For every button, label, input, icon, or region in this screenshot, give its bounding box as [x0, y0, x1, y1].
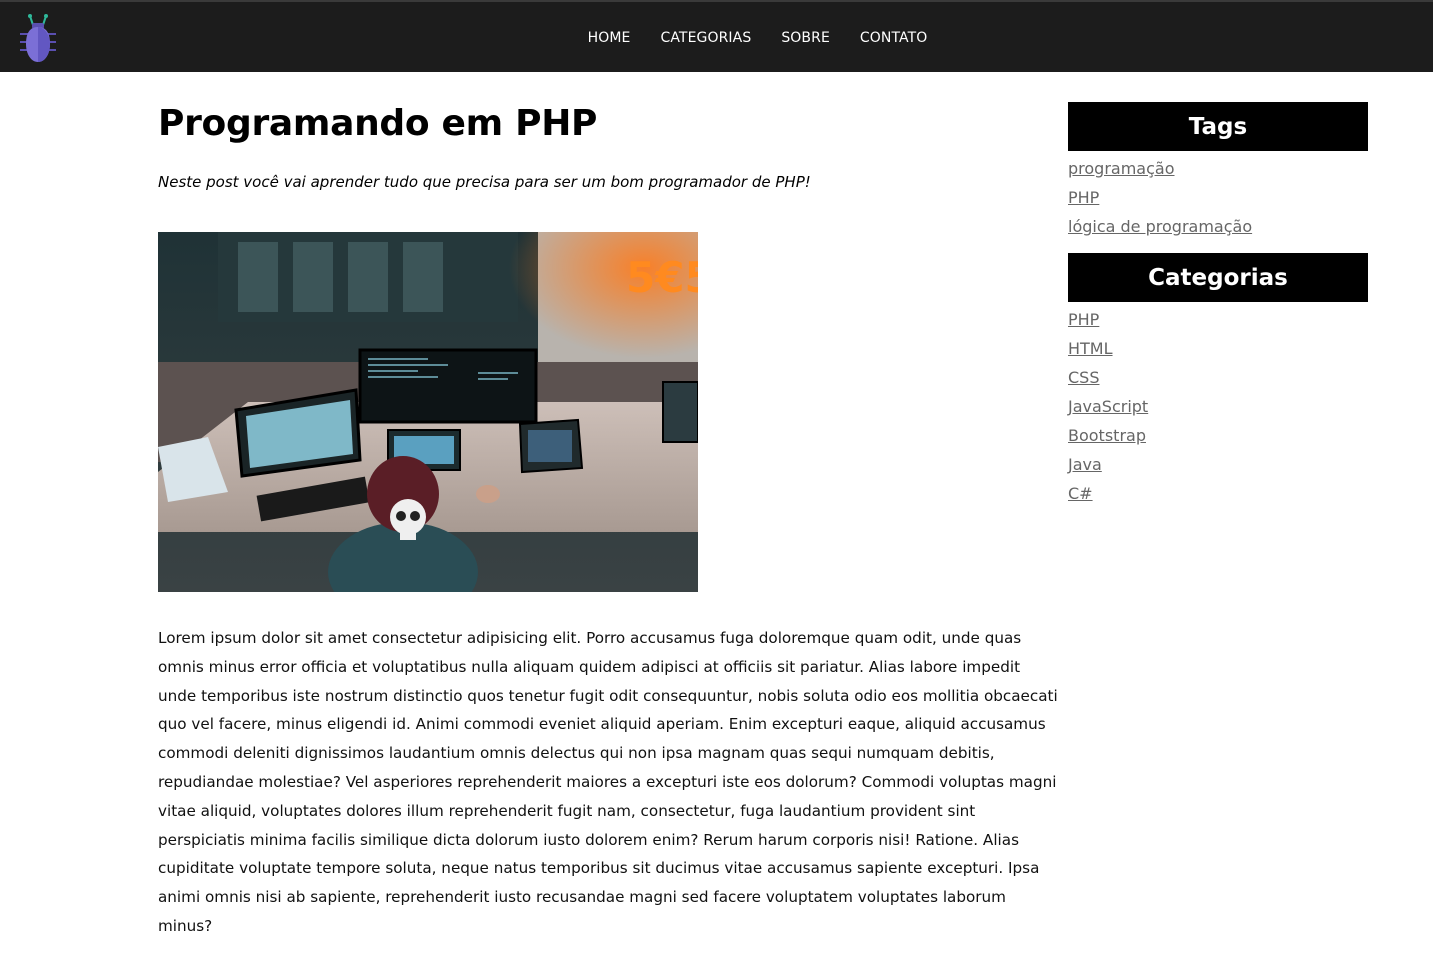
categories-list: PHP HTML CSS JavaScript Bootstrap Java C… [1068, 302, 1368, 520]
list-item: lógica de programação [1068, 216, 1368, 245]
category-link-css[interactable]: CSS [1068, 368, 1099, 387]
list-item: PHP [1068, 187, 1368, 216]
list-item: PHP [1068, 309, 1368, 338]
nav-categorias-link[interactable]: CATEGORIAS [660, 30, 751, 46]
nav-sobre-link[interactable]: SOBRE [781, 30, 830, 46]
list-item: C# [1068, 483, 1368, 512]
list-item: Java [1068, 454, 1368, 483]
list-item: programação [1068, 158, 1368, 187]
tag-link-logica-de-programacao[interactable]: lógica de programação [1068, 217, 1252, 236]
categories-section: Categorias PHP HTML CSS JavaScript Boots… [1068, 253, 1368, 520]
category-link-html[interactable]: HTML [1068, 339, 1113, 358]
tags-list: programação PHP lógica de programação [1068, 151, 1368, 253]
category-link-javascript[interactable]: JavaScript [1068, 397, 1148, 416]
list-item: Bootstrap [1068, 425, 1368, 454]
svg-text:5€5: 5€5 [626, 253, 698, 302]
post-image: 5€5 [158, 232, 698, 592]
categories-heading: Categorias [1068, 253, 1368, 302]
list-item: CSS [1068, 367, 1368, 396]
nav-home-link[interactable]: HOME [588, 30, 631, 46]
tag-link-programacao[interactable]: programação [1068, 159, 1175, 178]
tag-link-php[interactable]: PHP [1068, 188, 1099, 207]
category-link-php[interactable]: PHP [1068, 310, 1099, 329]
main-nav: HOME CATEGORIAS SOBRE CONTATO [0, 2, 1433, 74]
tags-heading: Tags [1068, 102, 1368, 151]
category-link-java[interactable]: Java [1068, 455, 1102, 474]
post-subtitle: Neste post você vai aprender tudo que pr… [158, 173, 811, 191]
nav-contato-link[interactable]: CONTATO [860, 30, 928, 46]
sidebar: Tags programação PHP lógica de programaç… [1068, 102, 1368, 520]
category-link-csharp[interactable]: C# [1068, 484, 1093, 503]
post-body-text: Lorem ipsum dolor sit amet consectetur a… [158, 629, 1058, 935]
post-article: Programando em PHP Neste post você vai a… [158, 100, 1058, 941]
top-navbar: HOME CATEGORIAS SOBRE CONTATO [0, 0, 1433, 72]
category-link-bootstrap[interactable]: Bootstrap [1068, 426, 1146, 445]
list-item: HTML [1068, 338, 1368, 367]
tags-section: Tags programação PHP lógica de programaç… [1068, 102, 1368, 253]
post-title: Programando em PHP [158, 103, 598, 144]
list-item: JavaScript [1068, 396, 1368, 425]
